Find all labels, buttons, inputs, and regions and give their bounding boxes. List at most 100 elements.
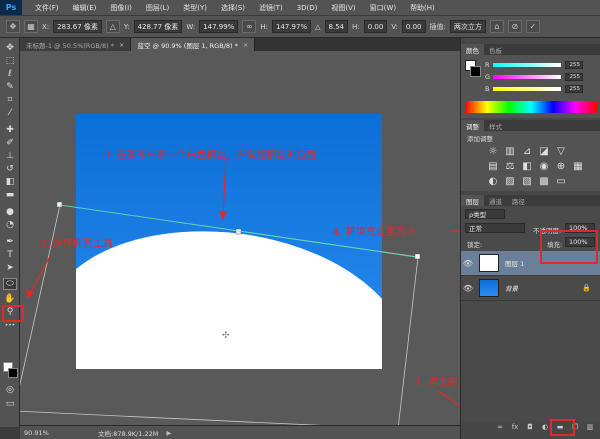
tab-layers[interactable]: 图层 — [461, 195, 484, 206]
black-white-icon[interactable]: ◧ — [521, 160, 533, 172]
commit-transform-icon[interactable]: ✓ — [525, 20, 540, 33]
selective-color-icon[interactable]: ▩ — [538, 175, 550, 187]
tab-swatches[interactable]: 色板 — [484, 44, 507, 55]
menu-view[interactable]: 视图(V) — [324, 3, 362, 13]
menu-window[interactable]: 窗口(W) — [363, 3, 403, 13]
link-aspect-icon[interactable]: ∞ — [242, 20, 257, 33]
fx-icon[interactable]: fx — [510, 422, 520, 432]
cancel-transform-icon[interactable]: ⊘ — [507, 20, 522, 33]
zoom-level[interactable]: 90.91% — [20, 429, 68, 437]
slider-b[interactable]: B 255 — [485, 85, 599, 93]
height-field[interactable]: 147.97% — [271, 20, 312, 33]
posterize-icon[interactable]: ▨ — [504, 175, 516, 187]
blur-tool-icon[interactable]: ● — [3, 206, 17, 218]
marquee-tool-icon[interactable]: ⬚ — [3, 55, 17, 67]
levels-icon[interactable]: ▥ — [504, 145, 516, 157]
width-field[interactable]: 147.99% — [199, 20, 239, 33]
eye-icon[interactable]: 👁 — [461, 259, 475, 268]
hskew-field[interactable]: 0.00 — [363, 20, 388, 33]
vskew-field[interactable]: 0.00 — [401, 20, 426, 33]
slider-r[interactable]: R 255 — [485, 61, 599, 69]
tab-styles[interactable]: 样式 — [484, 120, 507, 131]
tab-sky[interactable]: 蓝空 @ 90.9% (图层 1, RGB/8) * × — [131, 38, 256, 51]
close-icon[interactable]: × — [119, 41, 124, 49]
vibrance-icon[interactable]: ▽ — [555, 145, 567, 157]
slider-g-value[interactable]: 255 — [565, 73, 583, 81]
transform-tool-icon[interactable]: ✥ — [6, 20, 20, 33]
layer-kind-filter[interactable]: ρ类型 — [465, 209, 505, 219]
eraser-tool-icon[interactable]: ◧ — [3, 176, 17, 188]
tab-adjustments[interactable]: 调整 — [461, 120, 484, 131]
screen-mode-icon[interactable]: ▭ — [3, 398, 17, 410]
menu-select[interactable]: 选择(S) — [214, 3, 252, 13]
layer-name[interactable]: 背景 — [505, 283, 518, 293]
quick-mask-icon[interactable]: ◎ — [3, 384, 17, 396]
pen-tool-icon[interactable]: ✒ — [3, 236, 17, 248]
adjustment-icon[interactable]: ◐ — [540, 422, 550, 432]
exposure-icon[interactable]: ◪ — [538, 145, 550, 157]
gradient-tool-icon[interactable]: ▬ — [3, 189, 17, 201]
quick-select-tool-icon[interactable]: ✎ — [3, 81, 17, 93]
eyedropper-tool-icon[interactable]: ⁄ — [3, 107, 17, 119]
status-menu-icon[interactable]: ▶ — [166, 429, 171, 437]
color-spectrum-bar[interactable] — [465, 101, 597, 113]
crop-tool-icon[interactable]: ⌗ — [3, 94, 17, 106]
y-field[interactable]: 428.77 像素 — [133, 20, 183, 33]
move-tool-icon[interactable]: ✥ — [3, 42, 17, 54]
background-color-swatch[interactable] — [8, 368, 18, 378]
transform-handle[interactable] — [414, 253, 421, 260]
angle-field[interactable]: 8.54 — [324, 20, 349, 33]
gradient-map-icon[interactable]: ▭ — [555, 175, 567, 187]
path-select-tool-icon[interactable]: ➤ — [3, 262, 17, 274]
history-brush-tool-icon[interactable]: ↺ — [3, 163, 17, 175]
channel-mixer-icon[interactable]: ⊕ — [555, 160, 567, 172]
lasso-tool-icon[interactable]: ℓ — [3, 68, 17, 80]
interpolation-select[interactable]: 两次立方 — [449, 20, 486, 33]
slider-g[interactable]: G 255 — [485, 73, 599, 81]
transform-handle[interactable] — [56, 201, 63, 208]
type-tool-icon[interactable]: T — [3, 249, 17, 261]
slider-g-track[interactable] — [493, 75, 561, 79]
invert-icon[interactable]: ◐ — [487, 175, 499, 187]
menu-help[interactable]: 帮助(H) — [403, 3, 442, 13]
slider-r-track[interactable] — [493, 63, 561, 67]
tab-channels[interactable]: 通道 — [484, 195, 507, 206]
ellipse-tool-icon[interactable]: ⬭ — [3, 278, 17, 290]
tab-untitled[interactable]: 未标题-1 @ 50.5%(RGB/8) * × — [20, 38, 132, 51]
brush-tool-icon[interactable]: ✐ — [3, 137, 17, 149]
menu-filter[interactable]: 滤镜(T) — [252, 3, 290, 13]
tab-color[interactable]: 颜色 — [461, 44, 484, 55]
eye-icon[interactable]: 👁 — [461, 284, 475, 293]
reference-point-icon[interactable]: ▦ — [24, 20, 38, 33]
hand-tool-icon[interactable]: ✋ — [3, 293, 17, 305]
menu-image[interactable]: 图像(I) — [103, 3, 139, 13]
warp-icon[interactable]: ⌂ — [489, 20, 504, 33]
tab-paths[interactable]: 路径 — [507, 195, 530, 206]
slider-r-value[interactable]: 255 — [565, 61, 583, 69]
x-field[interactable]: 283.67 像素 — [53, 20, 102, 33]
hue-saturation-icon[interactable]: ▤ — [487, 160, 499, 172]
threshold-icon[interactable]: ▧ — [521, 175, 533, 187]
bg-color-chip[interactable] — [470, 66, 481, 77]
clone-stamp-tool-icon[interactable]: ⊥ — [3, 150, 17, 162]
menu-type[interactable]: 类型(Y) — [176, 3, 214, 13]
relative-position-icon[interactable]: △ — [105, 20, 120, 33]
menu-edit[interactable]: 编辑(E) — [66, 3, 104, 13]
photo-filter-icon[interactable]: ◉ — [538, 160, 550, 172]
mask-icon[interactable]: ◘ — [525, 422, 535, 432]
blend-mode-select[interactable]: 正常 — [465, 223, 525, 233]
canvas-area[interactable]: ✣ 3. 在画布中画一个白色椭圆，并调整椭圆的位置 2. 选择椭圆工具 4. 将… — [20, 51, 460, 425]
slider-b-value[interactable]: 255 — [565, 85, 583, 93]
menu-layer[interactable]: 图层(L) — [139, 3, 176, 13]
link-icon[interactable]: ∞ — [495, 422, 505, 432]
layer-name[interactable]: 图层 1 — [505, 258, 524, 268]
slider-b-track[interactable] — [493, 87, 561, 91]
menu-file[interactable]: 文件(F) — [28, 3, 66, 13]
close-icon[interactable]: × — [243, 41, 248, 49]
trash-icon[interactable]: ▥ — [585, 422, 595, 432]
layer-row-background[interactable]: 👁 背景 🔒 — [461, 276, 600, 301]
color-balance-icon[interactable]: ⚖ — [504, 160, 516, 172]
brightness-icon[interactable]: ☼ — [487, 145, 499, 157]
color-lookup-icon[interactable]: ▦ — [572, 160, 584, 172]
curves-icon[interactable]: ⊿ — [521, 145, 533, 157]
